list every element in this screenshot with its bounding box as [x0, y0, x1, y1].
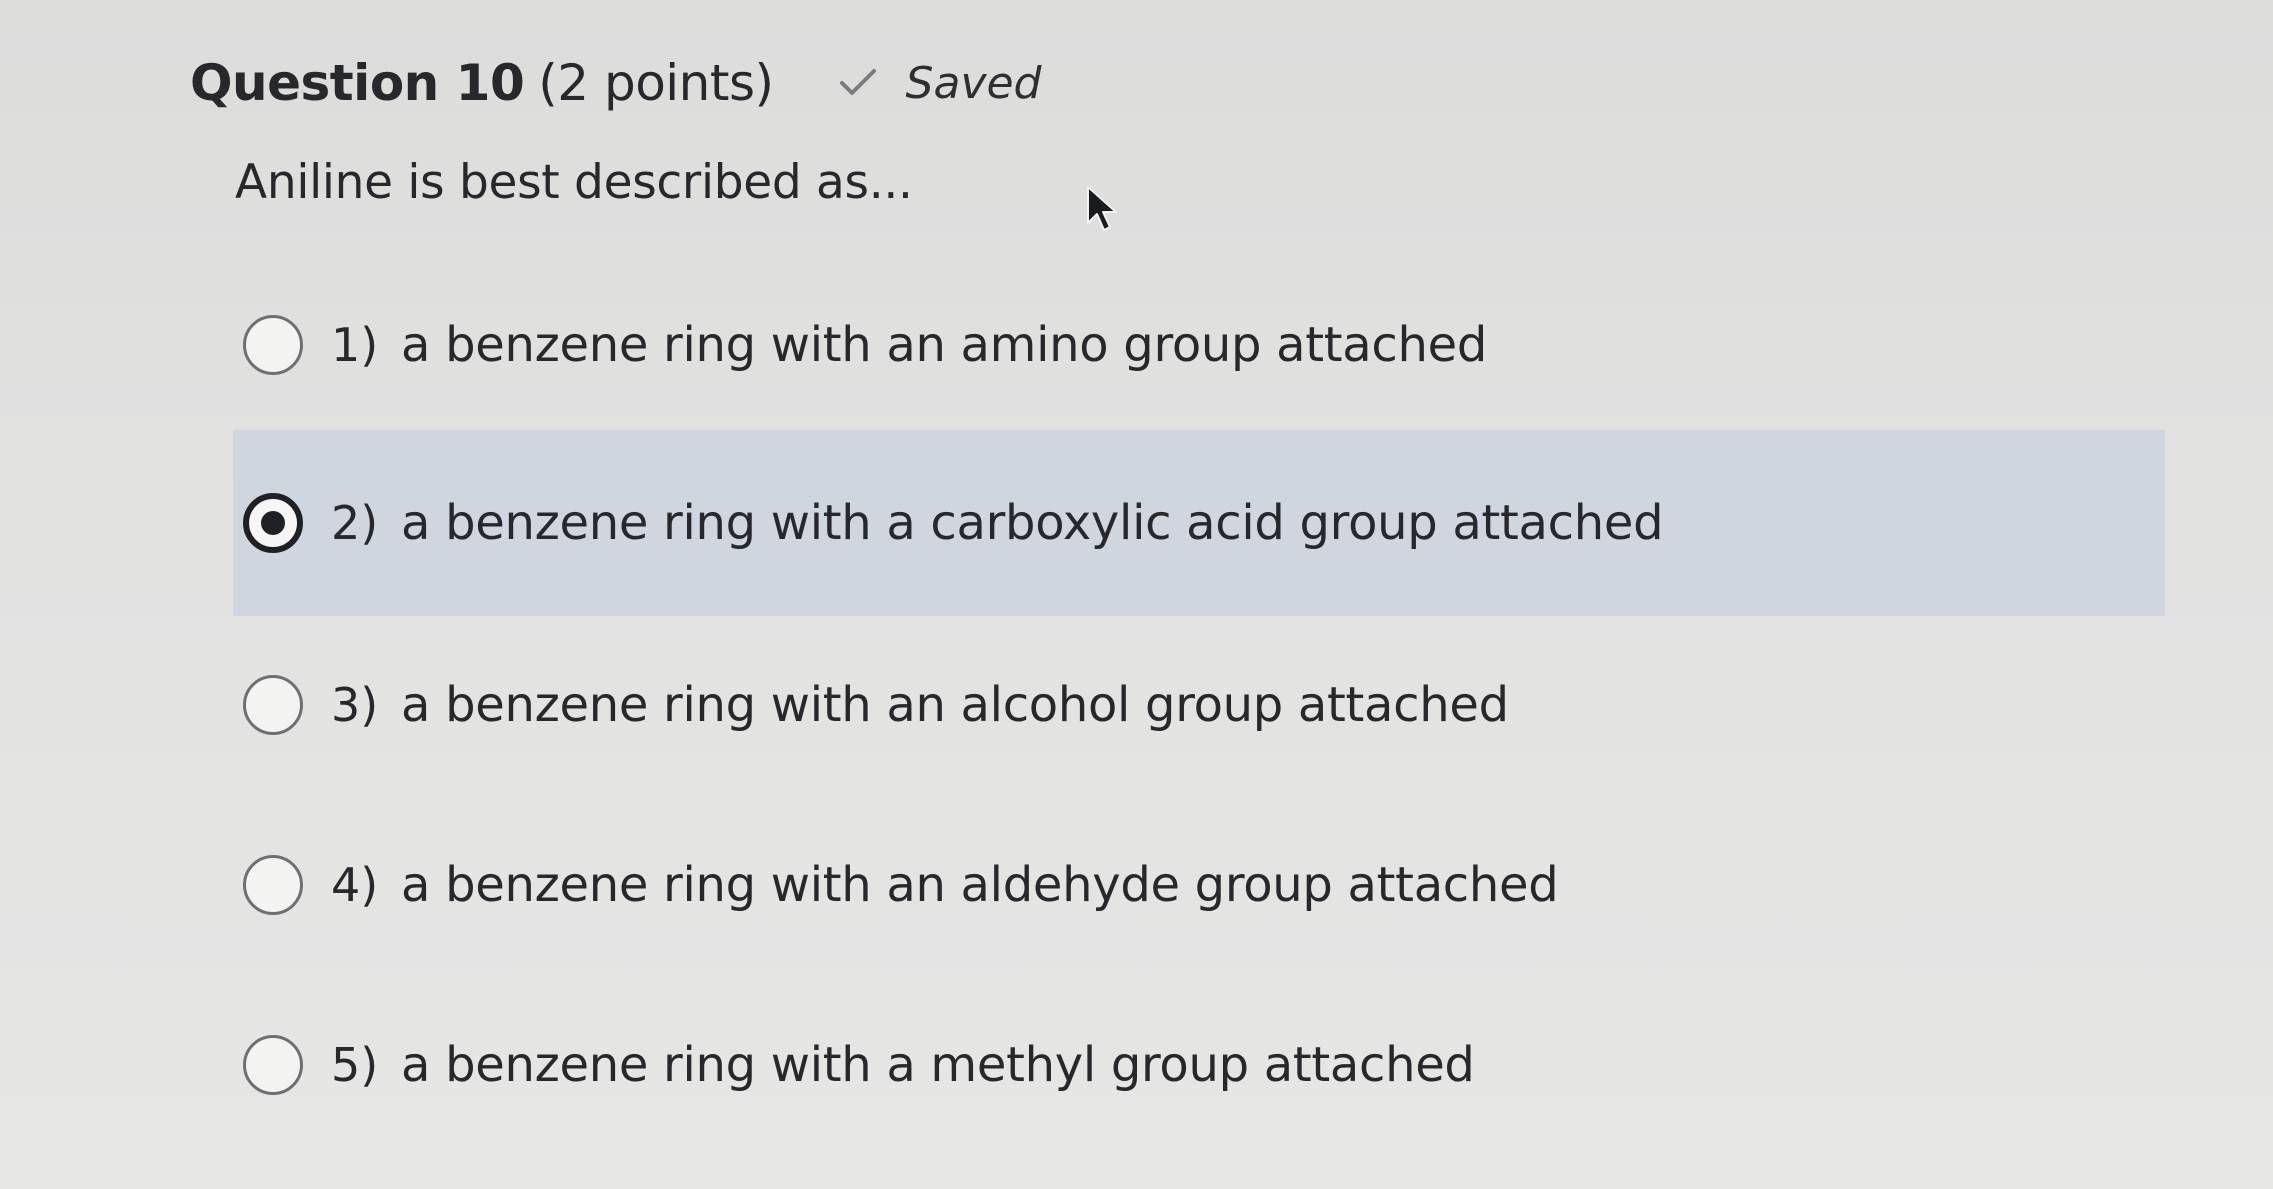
question-header: Question 10 (2 points) Saved [190, 48, 1041, 118]
option-number: 5) [331, 1038, 379, 1092]
option-number: 3) [331, 678, 379, 732]
saved-label: Saved [905, 57, 1042, 109]
radio-button-1[interactable] [243, 315, 303, 375]
question-points: (2 points) [538, 54, 774, 112]
option-label[interactable]: a benzene ring with a methyl group attac… [401, 1037, 1475, 1093]
option-label[interactable]: a benzene ring with an aldehyde group at… [401, 857, 1559, 913]
radio-button-4[interactable] [243, 855, 303, 915]
saved-status: Saved [836, 57, 1042, 109]
option-number: 2) [331, 496, 379, 550]
question-title: Question 10 [190, 54, 525, 112]
option-label[interactable]: a benzene ring with an alcohol group att… [401, 677, 1509, 733]
option-label[interactable]: a benzene ring with an amino group attac… [401, 317, 1487, 373]
question-prompt: Aniline is best described as... [235, 155, 913, 210]
check-icon [839, 69, 876, 95]
mouse-cursor-icon [1087, 186, 1117, 231]
answer-option-2[interactable]: 2) a benzene ring with a carboxylic acid… [233, 430, 2165, 616]
option-number: 1) [331, 318, 379, 372]
option-label[interactable]: a benzene ring with a carboxylic acid gr… [401, 495, 1664, 551]
answer-option-3[interactable]: 3) a benzene ring with an alcohol group … [233, 615, 2165, 795]
answer-option-5[interactable]: 5) a benzene ring with a methyl group at… [233, 975, 2165, 1155]
radio-button-2[interactable] [243, 493, 303, 553]
radio-button-3[interactable] [243, 675, 303, 735]
radio-button-5[interactable] [243, 1035, 303, 1095]
answer-option-1[interactable]: 1) a benzene ring with an amino group at… [233, 255, 2165, 435]
option-number: 4) [331, 858, 379, 912]
answer-option-4[interactable]: 4) a benzene ring with an aldehyde group… [233, 795, 2165, 975]
